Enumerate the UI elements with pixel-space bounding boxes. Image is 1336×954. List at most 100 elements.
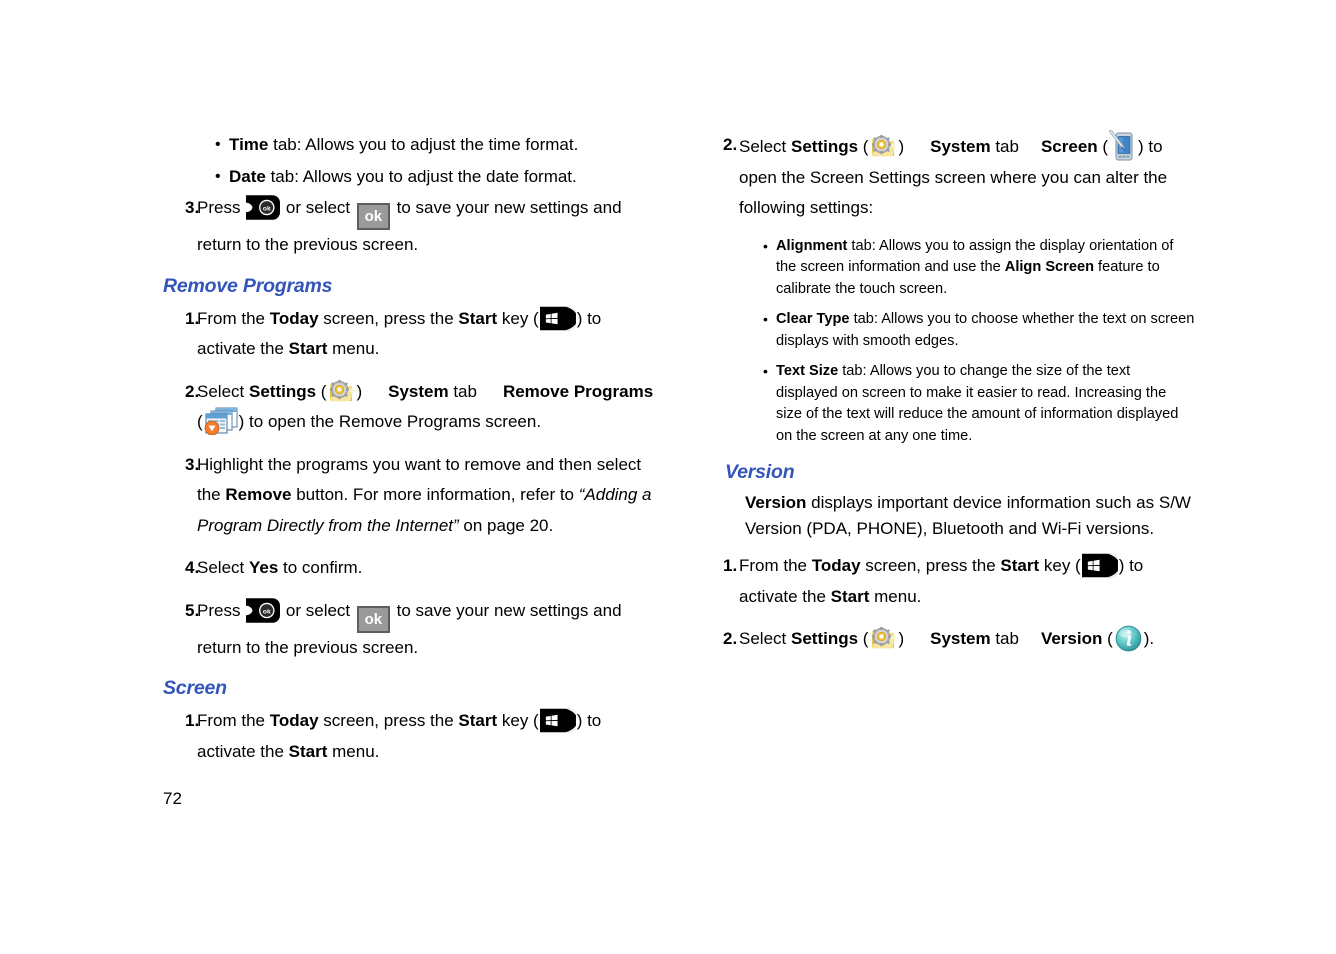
emphasis-remove: Remove	[225, 485, 292, 504]
emphasis-start: Start	[830, 586, 870, 606]
step-text-part: screen, press the	[860, 556, 1001, 575]
menu-system-tab: System	[930, 137, 991, 156]
step-text-part: Select	[197, 381, 249, 401]
bullet-dot-icon: •	[763, 311, 768, 327]
bullet-dot-icon: •	[215, 136, 221, 153]
left-column: • Time tab: Allows you to adjust the tim…	[163, 130, 663, 779]
list-item: • Date tab: Allows you to adjust the dat…	[163, 162, 663, 193]
step-text-part: )	[356, 381, 363, 401]
bullet-text: Text Size tab: Allows you to change the …	[776, 361, 1195, 447]
emphasis-yes: Yes	[248, 558, 279, 577]
step-item: 2. Select Settings () System tab Screen ()…	[705, 130, 1195, 224]
step-text-part: tab	[448, 381, 477, 401]
step-text: Press ok or select ok to save your new s…	[197, 193, 663, 261]
step-text-part: to confirm.	[278, 558, 363, 577]
menu-version: Version	[1040, 629, 1103, 648]
ok-hardware-key-icon: ok	[246, 195, 281, 220]
bullet-desc: tab: Allows you to adjust the date forma…	[265, 166, 577, 186]
step-text-part: From the	[197, 308, 270, 328]
emphasis-start: Start	[288, 339, 328, 358]
step-item: 4. Select Yes to confirm.	[163, 553, 663, 584]
step-text-part: or select	[281, 198, 355, 217]
step-text-part: )	[898, 137, 905, 156]
step-text-part: menu.	[869, 586, 922, 606]
step-text-part: (	[316, 381, 327, 401]
bullet-dot-icon: •	[763, 363, 768, 379]
step-text-part: tab	[990, 137, 1019, 156]
step-text-part: Press	[197, 600, 246, 620]
step-text-part: (	[197, 412, 203, 431]
settings-folder-gear-icon	[870, 133, 897, 159]
step-item: 2. Select Settings () System tab Remove Pr…	[163, 377, 663, 438]
remove-programs-icon	[204, 407, 238, 435]
list-item: • Alignment tab: Allows you to assign th…	[705, 236, 1195, 301]
step-number: 2.	[723, 135, 738, 154]
manual-page: • Time tab: Allows you to adjust the tim…	[0, 0, 1336, 954]
step-number: 1.	[185, 711, 200, 730]
step-text-part: menu.	[327, 741, 380, 761]
step-item: 3. Highlight the programs you want to re…	[163, 450, 663, 542]
step-text-part: screen, press the	[318, 711, 459, 730]
step-item: 1. From the Today screen, press the Star…	[163, 706, 663, 767]
bullet-term: Time	[229, 135, 269, 154]
emphasis-version: Version	[745, 493, 807, 512]
step-text: Select Settings () System tab Version ().	[739, 624, 1195, 655]
step-number: 3.	[185, 454, 200, 474]
step-text-part: ).	[1143, 629, 1155, 648]
section-heading-version: Version	[725, 461, 795, 483]
ok-soft-button-icon[interactable]: ok	[356, 203, 390, 230]
step-text: Select Yes to confirm.	[197, 553, 663, 584]
step-text: Select Settings () System tab Screen () to…	[739, 130, 1195, 224]
bullet-term-clear-type: Clear Type	[776, 311, 850, 327]
bullet-text: Clear Type tab: Allows you to choose whe…	[776, 309, 1195, 352]
step-text: Select Settings () System tab Remove Progr…	[197, 377, 663, 438]
right-column: 2. Select Settings () System tab Screen ()…	[705, 130, 1195, 667]
step-text-part: )	[898, 629, 905, 648]
step-item: 2. Select Settings () System tab Version (…	[705, 624, 1195, 655]
bullet-term-alignment: Alignment	[776, 237, 848, 254]
step-number: 5.	[185, 600, 200, 620]
bullet-text: Time tab: Allows you to adjust the time …	[229, 130, 663, 161]
step-text-part: key (	[497, 711, 539, 730]
step-text-part: From the	[739, 556, 812, 575]
menu-settings: Settings	[248, 381, 317, 401]
list-item: • Text Size tab: Allows you to change th…	[705, 361, 1195, 447]
start-key-icon	[1081, 553, 1118, 578]
step-text: From the Today screen, press the Start k…	[197, 304, 663, 365]
step-text-part: menu.	[327, 339, 380, 358]
menu-settings: Settings	[790, 629, 859, 648]
ok-soft-button-icon[interactable]: ok	[356, 605, 390, 633]
svg-text:ok: ok	[263, 206, 271, 213]
list-item: • Time tab: Allows you to adjust the tim…	[163, 130, 663, 161]
emphasis-today: Today	[811, 556, 861, 575]
step-text-part: on page 20.	[458, 515, 554, 535]
step-number: 4.	[185, 558, 200, 577]
step-text-part: tab	[990, 629, 1019, 648]
step-text-part: key (	[497, 308, 539, 328]
emphasis-start: Start	[458, 711, 498, 730]
menu-settings: Settings	[790, 137, 859, 156]
step-item: 1. From the Today screen, press the Star…	[705, 551, 1195, 612]
section-heading-screen: Screen	[163, 677, 227, 699]
version-intro-paragraph: Version displays important device inform…	[705, 490, 1195, 541]
menu-system-tab: System	[930, 629, 991, 648]
step-text-part: screen, press the	[318, 308, 459, 328]
svg-text:ok: ok	[263, 608, 271, 615]
emphasis-start: Start	[288, 741, 328, 761]
step-text-part: (	[858, 137, 869, 156]
bullet-desc: tab: Allows you to adjust the time forma…	[268, 135, 579, 154]
step-number: 1.	[723, 556, 738, 575]
menu-screen: Screen	[1040, 137, 1098, 156]
step-text-part: Select	[739, 629, 791, 648]
step-text: From the Today screen, press the Start k…	[197, 706, 663, 767]
step-item: 5. Press ok or select ok to save your ne…	[163, 596, 663, 664]
step-text-part: Select	[197, 558, 249, 577]
step-text: Highlight the programs you want to remov…	[197, 450, 663, 542]
bullet-text: Alignment tab: Allows you to assign the …	[776, 236, 1195, 301]
section-heading-remove-programs: Remove Programs	[163, 274, 333, 297]
bullet-dot-icon: •	[215, 167, 221, 185]
step-text-part: ) to open the Remove Programs screen.	[238, 412, 542, 431]
step-item: 3. Press ok or select ok to save your ne…	[163, 193, 663, 261]
settings-folder-gear-icon	[870, 625, 897, 651]
step-text-part: (	[858, 629, 869, 648]
